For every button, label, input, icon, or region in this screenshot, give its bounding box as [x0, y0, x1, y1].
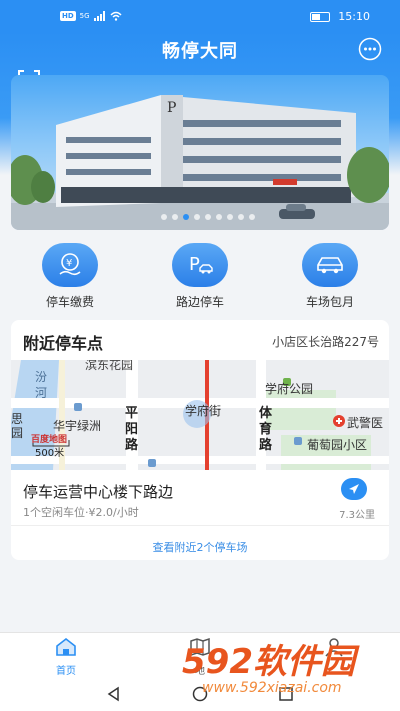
navigate-button[interactable]: [341, 478, 367, 500]
map-label-yuan: 园: [11, 426, 24, 440]
carousel-dot[interactable]: [249, 214, 255, 220]
navigation-arrow-icon: [349, 484, 359, 494]
status-right: 15:10: [310, 10, 370, 23]
map-label-xuefu-street: 学府街: [185, 404, 222, 418]
nearby-title: 附近停车点: [23, 334, 104, 353]
carousel-dot-active[interactable]: [183, 214, 189, 220]
map-label-putao: 葡萄园小区: [307, 438, 368, 452]
quick-action-street[interactable]: P 路边停车: [150, 243, 250, 310]
banner-image: P: [11, 95, 389, 230]
svg-text:¥: ¥: [66, 258, 72, 269]
quick-action-pay[interactable]: ¥ 停车缴费: [20, 243, 120, 310]
quick-action-label: 路边停车: [175, 295, 224, 309]
parking-lot-distance: 7.3公里: [339, 510, 375, 521]
page-title: 畅停大同: [162, 41, 238, 62]
signal-icon: [93, 11, 105, 21]
map-label-xuefu-park: 学府公园: [265, 382, 314, 396]
map-view[interactable]: 滨东花园 汾 河 学府公园 思 园 华宇绿洲 平 阳 路 学府街 体 育 路 武…: [11, 360, 389, 470]
svg-text:P: P: [189, 254, 200, 275]
tab-label: 首页: [56, 666, 76, 677]
carousel-dot[interactable]: [227, 214, 233, 220]
carousel-dot[interactable]: [216, 214, 222, 220]
parking-car-icon: P: [172, 243, 228, 287]
parking-lot-meta: 1个空闲车位·¥2.0/小时: [23, 506, 139, 519]
quick-action-label: 车场包月: [305, 295, 354, 309]
home-icon: [56, 637, 76, 656]
carousel-dot[interactable]: [238, 214, 244, 220]
svg-text:P: P: [167, 100, 176, 116]
view-more-parking-link[interactable]: 查看附近2个停车场: [11, 539, 389, 555]
map-label-he: 河: [35, 386, 48, 400]
network-badge: HD: [60, 11, 76, 21]
back-triangle-icon[interactable]: [106, 686, 122, 702]
more-icon[interactable]: [358, 37, 382, 61]
quick-action-monthly[interactable]: 车场包月: [280, 243, 380, 310]
carousel-dots: [161, 214, 255, 220]
car-icon: [302, 243, 358, 287]
signal-label: 5G: [79, 12, 90, 20]
map-label-fen: 汾: [35, 370, 48, 384]
map-label-wujing: 武警医: [347, 416, 384, 430]
map-label-binhe: 滨东花园: [85, 360, 134, 372]
watermark-url: www.592xiazai.com: [202, 680, 342, 696]
watermark: 592软件园 www.592xiazai.com: [182, 634, 392, 708]
banner-carousel[interactable]: P: [11, 75, 389, 230]
carousel-dot[interactable]: [194, 214, 200, 220]
quick-action-label: 停车缴费: [45, 295, 94, 309]
map-label-pingyang-3: 路: [125, 438, 139, 453]
current-address[interactable]: 小店区长治路227号: [272, 333, 379, 350]
nearby-parking-card: 附近停车点 小店区长治路227号 滨东花园 汾 河 学府公园 思 园 华宇绿洲 …: [11, 320, 389, 560]
watermark-brand: 592软件园: [182, 642, 355, 682]
carousel-dot[interactable]: [161, 214, 167, 220]
yuan-hand-icon: ¥: [42, 243, 98, 287]
status-bar: HD 5G 15:10: [0, 0, 400, 32]
map-label-tiyu-3: 路: [259, 438, 273, 453]
tab-home[interactable]: 首页: [36, 637, 96, 677]
clock: 15:10: [338, 10, 370, 23]
status-left: HD 5G: [60, 11, 122, 21]
card-divider: [11, 525, 389, 526]
parking-lot-name[interactable]: 停车运营中心楼下路边: [23, 481, 173, 502]
battery-icon: [310, 11, 331, 22]
wifi-icon: [110, 11, 122, 21]
map-scale: 500米: [35, 448, 65, 459]
carousel-dot[interactable]: [205, 214, 211, 220]
carousel-dot[interactable]: [172, 214, 178, 220]
quick-actions: ¥ 停车缴费 P 路边停车 车场包月: [0, 243, 400, 313]
